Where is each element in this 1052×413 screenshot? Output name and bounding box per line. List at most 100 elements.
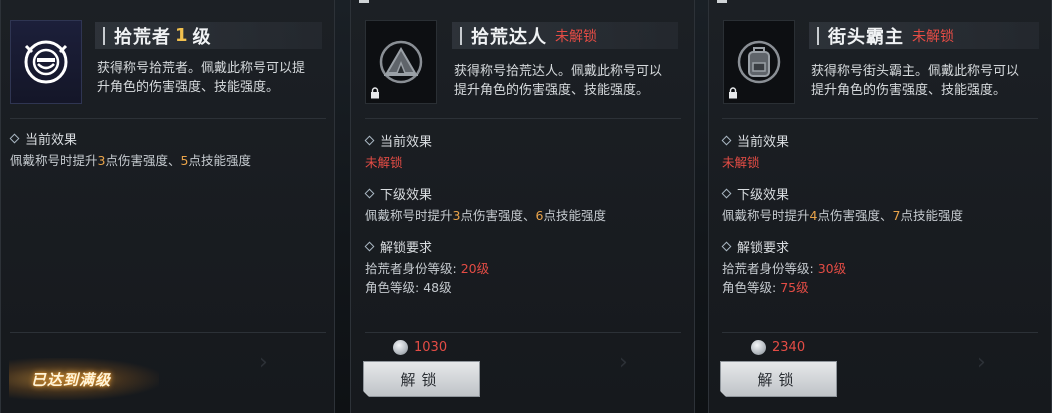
effect-part: 点技能强度 bbox=[188, 153, 251, 168]
chevron-right-icon: › bbox=[977, 350, 986, 375]
requirement-value: 30级 bbox=[817, 261, 847, 276]
effect-part: 佩戴称号时提升 bbox=[10, 153, 98, 168]
lock-icon bbox=[371, 87, 379, 99]
requirement-name: 角色等级: bbox=[365, 280, 420, 295]
desc-line-1: 获得称号街头霸主。佩戴此称号可以 bbox=[811, 64, 1020, 79]
cost-amount: 1030 bbox=[414, 340, 448, 355]
title-level-suffix: 级 bbox=[192, 26, 212, 48]
title-level: 1 bbox=[175, 25, 189, 46]
unlock-cost: 2340 bbox=[751, 340, 805, 355]
title-description: 获得称号街头霸主。佩戴此称号可以 提升角色的伤害强度、技能强度。 bbox=[811, 62, 1019, 100]
title-card-scavenger: 拾荒者 1 级 获得称号拾荒者。佩戴此称号可以提 升角色的伤害强度、技能强度。 … bbox=[0, 0, 335, 413]
desc-line-2: 升角色的伤害强度、技能强度。 bbox=[97, 80, 280, 95]
desc-line-1: 获得称号拾荒者。佩戴此称号可以提 bbox=[97, 61, 306, 76]
max-level-badge: 已达到满级 bbox=[9, 358, 159, 400]
requirement-identity-level: 拾荒者身份等级: 30级 bbox=[722, 258, 846, 277]
current-effect-value: 未解锁 bbox=[722, 155, 760, 170]
requirement-character-level: 角色等级: 48级 bbox=[365, 277, 452, 296]
cost-amount: 2340 bbox=[772, 340, 806, 355]
diamond-bullet-icon bbox=[364, 188, 375, 199]
title-card-street-overlord: 街头霸主 未解锁 获得称号街头霸主。佩戴此称号可以 提升角色的伤害强度、技能强度… bbox=[708, 0, 1052, 413]
current-effect-label: 当前效果 bbox=[380, 135, 433, 150]
effect-part: 点伤害强度、 bbox=[817, 208, 893, 223]
title-description: 获得称号拾荒者。佩戴此称号可以提 升角色的伤害强度、技能强度。 bbox=[97, 59, 305, 97]
divider bbox=[10, 332, 326, 333]
effect-part: 点伤害强度、 bbox=[105, 153, 181, 168]
panel-top-tick bbox=[359, 0, 369, 3]
coin-icon bbox=[751, 340, 766, 355]
locked-status: 未解锁 bbox=[912, 28, 954, 45]
divider bbox=[365, 332, 681, 333]
next-effect-heading: 下级效果 bbox=[364, 184, 432, 203]
current-effect-text: 佩戴称号时提升3点伤害强度、5点技能强度 bbox=[10, 150, 251, 169]
diamond-bullet-icon bbox=[721, 188, 732, 199]
requirement-value: 20级 bbox=[460, 261, 490, 276]
title-bar: 拾荒达人 未解锁 bbox=[452, 22, 678, 49]
title-separator bbox=[103, 26, 105, 45]
requirement-name: 角色等级: bbox=[722, 280, 777, 295]
divider bbox=[722, 118, 1038, 119]
requirement-heading: 解锁要求 bbox=[721, 237, 789, 256]
requirement-value: 48级 bbox=[423, 280, 452, 295]
title-separator bbox=[460, 26, 462, 45]
divider bbox=[365, 118, 681, 119]
requirement-identity-level: 拾荒者身份等级: 20级 bbox=[365, 258, 489, 277]
effect-part: 佩戴称号时提升 bbox=[365, 208, 453, 223]
tent-emblem-icon bbox=[379, 40, 423, 84]
unlock-button[interactable]: 解锁 bbox=[720, 361, 837, 397]
current-effect-heading: 当前效果 bbox=[364, 131, 432, 150]
diamond-bullet-icon bbox=[364, 241, 375, 252]
title-name: 街头霸主 bbox=[828, 26, 904, 48]
coin-icon bbox=[393, 340, 408, 355]
title-icon-box bbox=[723, 20, 795, 104]
title-card-scavenger-expert: 拾荒达人 未解锁 获得称号拾荒达人。佩戴此称号可以 提升角色的伤害强度、技能强度… bbox=[350, 0, 695, 413]
title-icon-box bbox=[365, 20, 437, 104]
title-bar: 街头霸主 未解锁 bbox=[809, 22, 1039, 49]
current-effect-value: 未解锁 bbox=[365, 155, 403, 170]
diamond-bullet-icon bbox=[364, 135, 375, 146]
diamond-bullet-icon bbox=[9, 133, 20, 144]
current-effect-heading: 当前效果 bbox=[9, 129, 77, 148]
scavenger-emblem-icon bbox=[24, 40, 68, 84]
unlock-button[interactable]: 解锁 bbox=[363, 361, 480, 397]
requirement-value: 75级 bbox=[780, 280, 809, 295]
title-icon-box bbox=[10, 20, 82, 104]
title-bar: 拾荒者 1 级 bbox=[95, 22, 322, 49]
chevron-right-icon: › bbox=[619, 350, 628, 375]
lock-icon bbox=[729, 87, 737, 99]
effect-part: 佩戴称号时提升 bbox=[722, 208, 810, 223]
requirement-name: 拾荒者身份等级: bbox=[722, 261, 814, 276]
diamond-bullet-icon bbox=[721, 241, 732, 252]
max-level-text: 已达到满级 bbox=[31, 370, 112, 389]
chevron-right-icon: › bbox=[259, 350, 268, 375]
desc-line-2: 提升角色的伤害强度、技能强度。 bbox=[811, 83, 1007, 98]
requirement-name: 拾荒者身份等级: bbox=[365, 261, 457, 276]
title-separator bbox=[817, 26, 819, 45]
next-effect-label: 下级效果 bbox=[737, 188, 790, 203]
effect-part: 点技能强度 bbox=[900, 208, 963, 223]
title-description: 获得称号拾荒达人。佩戴此称号可以 提升角色的伤害强度、技能强度。 bbox=[454, 62, 662, 100]
effect-part: 点技能强度 bbox=[543, 208, 606, 223]
requirement-label: 解锁要求 bbox=[380, 241, 433, 256]
requirement-label: 解锁要求 bbox=[737, 241, 790, 256]
diamond-bullet-icon bbox=[721, 135, 732, 146]
unlock-cost: 1030 bbox=[393, 340, 447, 355]
current-effect-label: 当前效果 bbox=[737, 135, 790, 150]
desc-line-2: 提升角色的伤害强度、技能强度。 bbox=[454, 83, 650, 98]
backpack-emblem-icon bbox=[737, 40, 781, 84]
next-effect-text: 佩戴称号时提升3点伤害强度、6点技能强度 bbox=[365, 205, 606, 224]
requirement-heading: 解锁要求 bbox=[364, 237, 432, 256]
panel-top-tick bbox=[717, 0, 727, 3]
effect-part: 点伤害强度、 bbox=[460, 208, 536, 223]
title-name: 拾荒达人 bbox=[471, 26, 547, 48]
next-effect-heading: 下级效果 bbox=[721, 184, 789, 203]
current-effect-label: 当前效果 bbox=[25, 133, 78, 148]
divider bbox=[722, 332, 1038, 333]
requirement-character-level: 角色等级: 75级 bbox=[722, 277, 809, 296]
next-effect-label: 下级效果 bbox=[380, 188, 433, 203]
title-name: 拾荒者 bbox=[114, 26, 171, 48]
divider bbox=[10, 118, 326, 119]
next-effect-text: 佩戴称号时提升4点伤害强度、7点技能强度 bbox=[722, 205, 963, 224]
desc-line-1: 获得称号拾荒达人。佩戴此称号可以 bbox=[454, 64, 663, 79]
locked-status: 未解锁 bbox=[555, 28, 597, 45]
